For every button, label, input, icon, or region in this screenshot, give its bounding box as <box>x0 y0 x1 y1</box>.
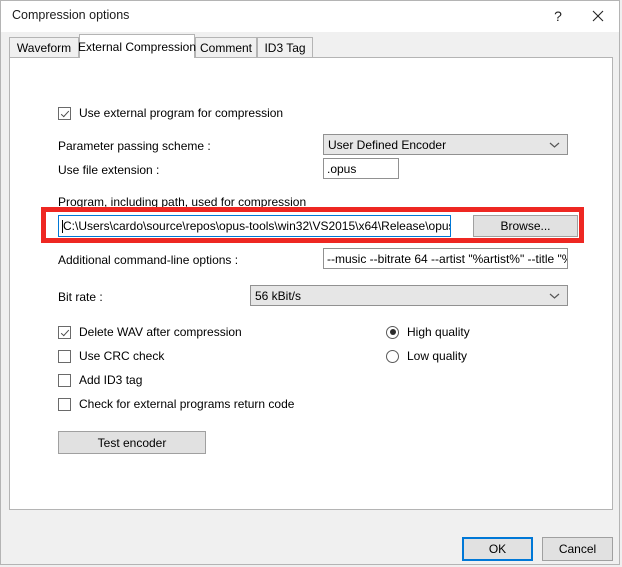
title-bar: Compression options ? <box>1 1 619 32</box>
chevron-down-icon <box>549 292 560 299</box>
question-mark-icon: ? <box>554 8 562 24</box>
checkbox-label: Add ID3 tag <box>79 373 143 387</box>
command-line-options-value: --music --bitrate 64 --artist "%artist%"… <box>327 251 567 266</box>
tab-label: Comment <box>200 41 253 55</box>
window-title: Compression options <box>12 8 130 22</box>
delete-wav-checkbox[interactable]: Delete WAV after compression <box>58 325 242 339</box>
bit-rate-label: Bit rate : <box>58 290 103 304</box>
cancel-label: Cancel <box>558 542 597 556</box>
checkbox-box <box>58 349 71 363</box>
ok-button[interactable]: OK <box>462 537 533 561</box>
close-button[interactable] <box>582 1 614 31</box>
checkbox-box <box>58 325 71 339</box>
check-return-code-checkbox[interactable]: Check for external programs return code <box>58 397 294 411</box>
checkbox-label: Use CRC check <box>79 349 165 363</box>
checkbox-label: Check for external programs return code <box>79 397 295 411</box>
tab-label: Waveform <box>16 41 72 55</box>
tab-strip: Waveform External Compression Comment ID… <box>9 34 613 58</box>
low-quality-radio[interactable]: Low quality <box>386 349 467 363</box>
test-encoder-button[interactable]: Test encoder <box>58 431 206 454</box>
high-quality-radio[interactable]: High quality <box>386 325 470 339</box>
test-encoder-label: Test encoder <box>97 435 167 450</box>
parameter-passing-scheme-select[interactable]: User Defined Encoder <box>323 134 568 155</box>
radio-label: Low quality <box>407 349 468 363</box>
close-icon <box>592 10 604 22</box>
file-extension-value: .opus <box>327 161 357 176</box>
tab-waveform[interactable]: Waveform <box>9 37 79 58</box>
tab-comment[interactable]: Comment <box>195 37 257 58</box>
command-line-options-label: Additional command-line options : <box>58 253 239 267</box>
tab-external-compression[interactable]: External Compression <box>77 34 197 58</box>
program-path-label: Program, including path, used for compre… <box>58 195 307 209</box>
chevron-down-icon <box>549 141 560 148</box>
radio-button <box>386 325 399 339</box>
radio-button <box>386 349 399 363</box>
command-line-options-input[interactable]: --music --bitrate 64 --artist "%artist%"… <box>323 248 568 269</box>
radio-label: High quality <box>407 325 470 339</box>
ok-label: OK <box>488 542 507 556</box>
bit-rate-select[interactable]: 56 kBit/s <box>250 285 568 306</box>
bit-rate-value: 56 kBit/s <box>255 288 302 303</box>
compression-options-dialog: Compression options ? Waveform External … <box>0 0 620 565</box>
browse-label: Browse... <box>500 219 551 233</box>
checkbox-label: Delete WAV after compression <box>79 325 242 339</box>
checkbox-box <box>58 373 71 387</box>
use-crc-check-checkbox[interactable]: Use CRC check <box>58 349 164 363</box>
program-path-input[interactable]: C:\Users\cardo\source\repos\opus-tools\w… <box>58 215 451 237</box>
tab-id3-tag[interactable]: ID3 Tag <box>257 37 313 58</box>
use-external-program-label: Use external program for compression <box>79 106 284 120</box>
file-extension-input[interactable]: .opus <box>323 158 399 179</box>
file-extension-label: Use file extension : <box>58 163 160 177</box>
tab-label: External Compression <box>77 39 197 54</box>
checkbox-box <box>58 397 71 411</box>
help-button[interactable]: ? <box>542 1 574 31</box>
parameter-passing-scheme-label: Parameter passing scheme : <box>58 139 211 153</box>
use-external-program-checkbox[interactable]: Use external program for compression <box>58 106 283 120</box>
checkbox-box <box>58 106 71 120</box>
program-path-value: C:\Users\cardo\source\repos\opus-tools\w… <box>63 219 451 233</box>
tab-page-external-compression: Use external program for compression Par… <box>9 57 613 510</box>
parameter-passing-scheme-value: User Defined Encoder <box>328 137 447 152</box>
add-id3-tag-checkbox[interactable]: Add ID3 tag <box>58 373 142 387</box>
cancel-button[interactable]: Cancel <box>542 537 613 561</box>
tab-label: ID3 Tag <box>264 41 306 55</box>
browse-button[interactable]: Browse... <box>473 215 578 237</box>
